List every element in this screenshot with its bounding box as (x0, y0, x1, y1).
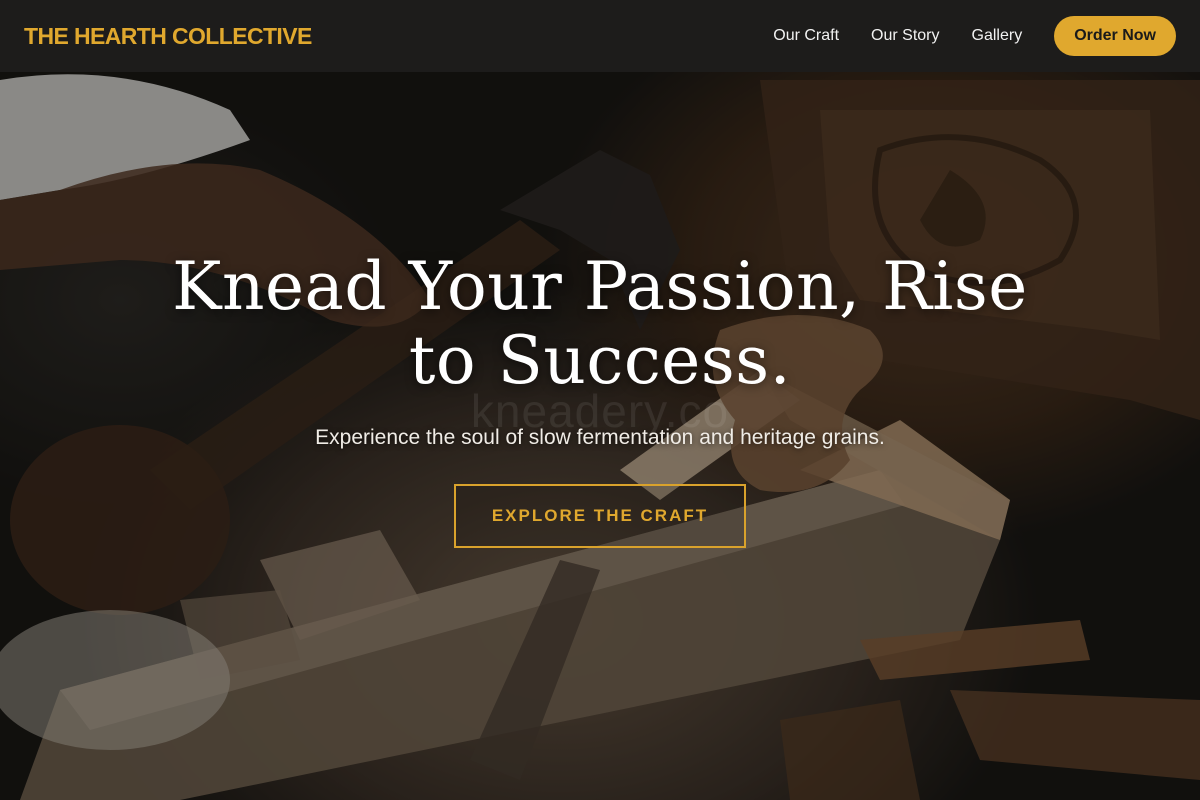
nav-links: Our Craft Our Story Gallery Order Now (773, 16, 1176, 56)
order-now-button[interactable]: Order Now (1054, 16, 1176, 56)
top-navbar: THE HEARTH COLLECTIVE Our Craft Our Stor… (0, 0, 1200, 72)
hero-title: Knead Your Passion, Rise to Success. (172, 248, 1028, 399)
nav-link-our-story[interactable]: Our Story (871, 27, 939, 45)
nav-link-gallery[interactable]: Gallery (972, 27, 1023, 45)
brand-logo[interactable]: THE HEARTH COLLECTIVE (24, 23, 312, 50)
nav-link-our-craft[interactable]: Our Craft (773, 27, 839, 45)
hero-subtitle: Experience the soul of slow fermentation… (315, 426, 885, 449)
hero-section: kneadery.co Knead Your Passion, Rise to … (0, 72, 1200, 800)
explore-craft-button[interactable]: EXPLORE THE CRAFT (454, 484, 746, 548)
page: THE HEARTH COLLECTIVE Our Craft Our Stor… (0, 0, 1200, 800)
